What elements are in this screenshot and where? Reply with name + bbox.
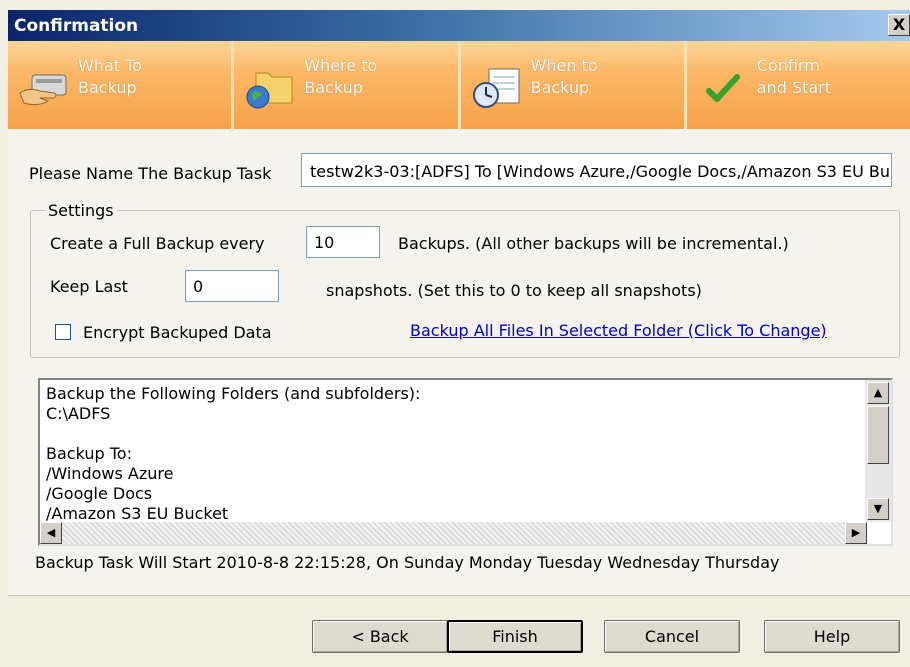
folder-globe-icon bbox=[246, 72, 293, 109]
clock-calendar-icon bbox=[472, 68, 519, 108]
step-when-to-backup[interactable]: When to Backup bbox=[460, 41, 687, 129]
summary-text: Backup the Following Folders (and subfol… bbox=[46, 384, 421, 523]
step-label: When to Backup bbox=[530, 56, 598, 97]
hand-drive-icon bbox=[19, 74, 67, 106]
keep-last-label: Keep Last bbox=[50, 277, 128, 296]
task-name-input[interactable]: testw2k3-03:[ADFS] To [Windows Azure,/Go… bbox=[301, 153, 892, 187]
close-button[interactable]: X bbox=[888, 14, 910, 36]
encrypt-checkbox[interactable] bbox=[55, 324, 71, 340]
dialog-footer: < Back Finish Cancel Help bbox=[8, 595, 910, 667]
confirmation-dialog: Confirmation X What To Backup Where to B… bbox=[0, 0, 910, 667]
step-label: Where to Backup bbox=[304, 56, 378, 97]
scroll-down-button[interactable]: ▼ bbox=[867, 498, 889, 520]
keep-last-suffix: snapshots. (Set this to 0 to keep all sn… bbox=[326, 281, 702, 300]
title-bar[interactable]: Confirmation X bbox=[8, 10, 910, 41]
horizontal-scrollbar[interactable]: ◀ ▶ bbox=[40, 522, 867, 544]
vertical-scrollbar[interactable]: ▲ ▼ bbox=[865, 380, 891, 522]
back-button[interactable]: < Back bbox=[312, 620, 448, 653]
step-confirm-and-start[interactable]: Confirm and Start bbox=[686, 41, 910, 129]
help-button[interactable]: Help bbox=[764, 620, 900, 653]
checkmark-icon bbox=[705, 74, 740, 102]
confirmation-panel: Please Name The Backup Task testw2k3-03:… bbox=[8, 129, 910, 595]
cancel-button[interactable]: Cancel bbox=[604, 620, 740, 653]
schedule-status: Backup Task Will Start 2010-8-8 22:15:28… bbox=[35, 553, 780, 572]
full-backup-interval-input[interactable]: 10 bbox=[306, 226, 380, 258]
full-backup-suffix: Backups. (All other backups will be incr… bbox=[398, 234, 789, 253]
step-label: What To Backup bbox=[78, 56, 142, 97]
full-backup-label: Create a Full Backup every bbox=[50, 234, 265, 253]
keep-last-input[interactable]: 0 bbox=[185, 270, 279, 302]
vertical-scroll-thumb[interactable] bbox=[867, 406, 889, 464]
encrypt-label[interactable]: Encrypt Backuped Data bbox=[83, 323, 272, 342]
wizard-steps: What To Backup Where to Backup When to B… bbox=[8, 41, 910, 129]
step-where-to-backup[interactable]: Where to Backup bbox=[234, 41, 461, 129]
settings-legend: Settings bbox=[45, 201, 117, 220]
step-label: Confirm and Start bbox=[756, 56, 832, 97]
step-what-to-backup[interactable]: What To Backup bbox=[8, 41, 235, 129]
scroll-left-button[interactable]: ◀ bbox=[40, 522, 62, 544]
scroll-up-button[interactable]: ▲ bbox=[867, 382, 889, 404]
scroll-right-button[interactable]: ▶ bbox=[845, 522, 867, 544]
finish-button[interactable]: Finish bbox=[447, 620, 583, 653]
backup-summary-textbox[interactable]: Backup the Following Folders (and subfol… bbox=[38, 378, 893, 546]
task-name-label: Please Name The Backup Task bbox=[29, 164, 272, 183]
window-title: Confirmation bbox=[14, 16, 139, 36]
files-selection-link[interactable]: Backup All Files In Selected Folder (Cli… bbox=[410, 321, 827, 340]
